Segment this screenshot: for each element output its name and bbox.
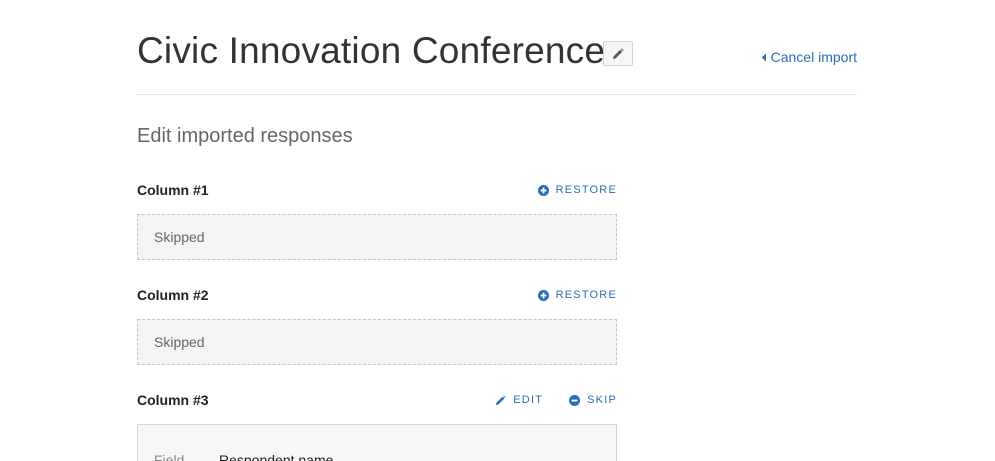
restore-button[interactable]: RESTORE (537, 289, 617, 301)
edit-title-button[interactable] (603, 41, 633, 66)
restore-label: RESTORE (555, 289, 617, 301)
cancel-import-link[interactable]: Cancel import (761, 49, 857, 65)
field-value: Respondent name (219, 452, 334, 461)
column-actions: EDIT SKIP (495, 394, 617, 406)
pencil-icon (613, 47, 624, 59)
column-mapping-panel: Field Respondent name (137, 424, 617, 461)
column-header: Column #2 RESTORE (137, 286, 617, 308)
pencil-icon (496, 394, 506, 405)
field-label: Field (154, 452, 185, 461)
plus-circle-icon (537, 184, 549, 196)
edit-button[interactable]: EDIT (495, 394, 543, 406)
skipped-text: Skipped (154, 334, 205, 350)
column-label: Column #2 (137, 287, 209, 303)
edit-label: EDIT (513, 394, 544, 406)
column-header: Column #1 RESTORE (137, 181, 617, 203)
skip-label: SKIP (587, 394, 617, 406)
skipped-placeholder: Skipped (137, 319, 617, 365)
column-actions: RESTORE (537, 184, 617, 196)
page-title: Civic Innovation Conference (137, 30, 606, 71)
page-header: Civic Innovation Conference Cancel impor… (137, 28, 857, 95)
minus-circle-icon (569, 394, 581, 406)
column-label: Column #1 (137, 182, 209, 198)
page: Civic Innovation Conference Cancel impor… (0, 0, 995, 461)
column-block: Column #3 EDIT SKIP Field Respondent nam… (137, 391, 617, 461)
restore-label: RESTORE (555, 184, 617, 196)
section-title: Edit imported responses (137, 125, 353, 147)
skipped-text: Skipped (154, 229, 205, 245)
skipped-placeholder: Skipped (137, 214, 617, 260)
plus-circle-icon (537, 289, 549, 301)
column-actions: RESTORE (537, 289, 617, 301)
column-block: Column #2 RESTORE Skipped (137, 286, 617, 365)
column-block: Column #1 RESTORE Skipped (137, 181, 617, 260)
column-label: Column #3 (137, 392, 209, 408)
cancel-import-label: Cancel import (770, 49, 857, 65)
skip-button[interactable]: SKIP (569, 394, 617, 406)
restore-button[interactable]: RESTORE (537, 184, 617, 196)
caret-left-icon (761, 53, 766, 61)
column-header: Column #3 EDIT SKIP (137, 391, 617, 413)
